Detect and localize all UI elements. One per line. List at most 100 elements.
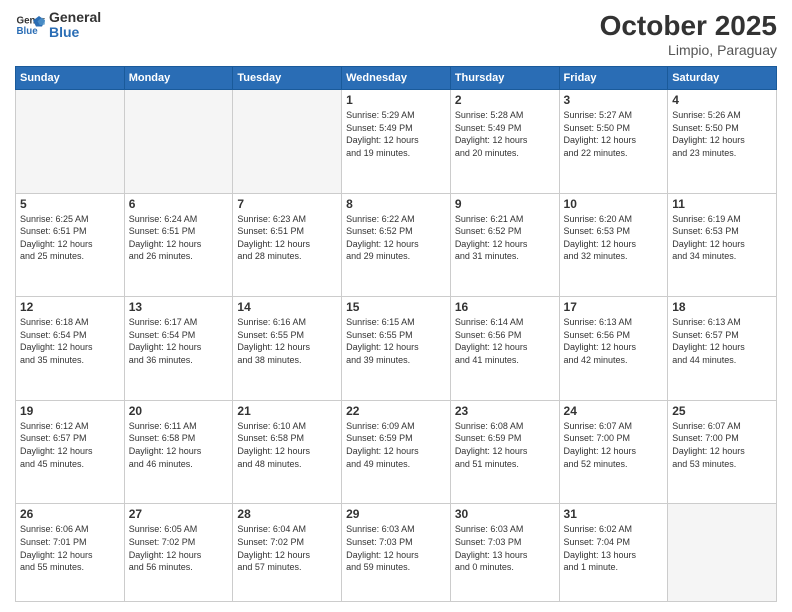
day-number: 18	[672, 300, 772, 314]
day-info: Sunrise: 6:02 AM Sunset: 7:04 PM Dayligh…	[564, 523, 664, 573]
day-info: Sunrise: 6:04 AM Sunset: 7:02 PM Dayligh…	[237, 523, 337, 573]
day-info: Sunrise: 6:19 AM Sunset: 6:53 PM Dayligh…	[672, 213, 772, 263]
calendar-cell: 15Sunrise: 6:15 AM Sunset: 6:55 PM Dayli…	[342, 297, 451, 401]
day-number: 11	[672, 197, 772, 211]
day-info: Sunrise: 6:06 AM Sunset: 7:01 PM Dayligh…	[20, 523, 120, 573]
logo-icon: General Blue	[15, 10, 45, 40]
weekday-header-wednesday: Wednesday	[342, 67, 451, 90]
day-info: Sunrise: 6:17 AM Sunset: 6:54 PM Dayligh…	[129, 316, 229, 366]
calendar-cell: 21Sunrise: 6:10 AM Sunset: 6:58 PM Dayli…	[233, 400, 342, 504]
calendar-cell	[668, 504, 777, 602]
week-row-4: 19Sunrise: 6:12 AM Sunset: 6:57 PM Dayli…	[16, 400, 777, 504]
logo-blue: Blue	[49, 25, 101, 40]
calendar-cell: 29Sunrise: 6:03 AM Sunset: 7:03 PM Dayli…	[342, 504, 451, 602]
day-info: Sunrise: 6:22 AM Sunset: 6:52 PM Dayligh…	[346, 213, 446, 263]
day-number: 8	[346, 197, 446, 211]
day-info: Sunrise: 6:13 AM Sunset: 6:56 PM Dayligh…	[564, 316, 664, 366]
calendar-cell: 16Sunrise: 6:14 AM Sunset: 6:56 PM Dayli…	[450, 297, 559, 401]
day-info: Sunrise: 6:20 AM Sunset: 6:53 PM Dayligh…	[564, 213, 664, 263]
calendar-cell	[16, 90, 125, 194]
calendar-table: SundayMondayTuesdayWednesdayThursdayFrid…	[15, 66, 777, 602]
day-info: Sunrise: 5:29 AM Sunset: 5:49 PM Dayligh…	[346, 109, 446, 159]
calendar-cell: 28Sunrise: 6:04 AM Sunset: 7:02 PM Dayli…	[233, 504, 342, 602]
calendar-cell: 8 Sunrise: 6:22 AM Sunset: 6:52 PM Daylig…	[342, 193, 451, 297]
calendar-cell: 4 Sunrise: 5:26 AM Sunset: 5:50 PM Daylig…	[668, 90, 777, 194]
calendar-cell: 3 Sunrise: 5:27 AM Sunset: 5:50 PM Daylig…	[559, 90, 668, 194]
day-info: Sunrise: 6:07 AM Sunset: 7:00 PM Dayligh…	[564, 420, 664, 470]
day-number: 27	[129, 507, 229, 521]
day-info: Sunrise: 6:08 AM Sunset: 6:59 PM Dayligh…	[455, 420, 555, 470]
calendar-cell: 27Sunrise: 6:05 AM Sunset: 7:02 PM Dayli…	[124, 504, 233, 602]
calendar-cell: 23 Sunrise: 6:08 AM Sunset: 6:59 PM Dayli…	[450, 400, 559, 504]
page: General Blue General Blue October 2025 L…	[0, 0, 792, 612]
title-section: October 2025 Limpio, Paraguay	[600, 10, 777, 58]
day-number: 16	[455, 300, 555, 314]
day-number: 24	[564, 404, 664, 418]
calendar-cell: 1 Sunrise: 5:29 AM Sunset: 5:49 PM Daylig…	[342, 90, 451, 194]
calendar-cell: 14Sunrise: 6:16 AM Sunset: 6:55 PM Dayli…	[233, 297, 342, 401]
logo-general: General	[49, 10, 101, 25]
calendar-cell: 7 Sunrise: 6:23 AM Sunset: 6:51 PM Daylig…	[233, 193, 342, 297]
day-info: Sunrise: 6:25 AM Sunset: 6:51 PM Dayligh…	[20, 213, 120, 263]
day-number: 19	[20, 404, 120, 418]
day-info: Sunrise: 6:03 AM Sunset: 7:03 PM Dayligh…	[455, 523, 555, 573]
day-number: 4	[672, 93, 772, 107]
calendar-cell: 17 Sunrise: 6:13 AM Sunset: 6:56 PM Dayli…	[559, 297, 668, 401]
day-number: 21	[237, 404, 337, 418]
calendar-cell: 2Sunrise: 5:28 AM Sunset: 5:49 PM Daylig…	[450, 90, 559, 194]
day-number: 26	[20, 507, 120, 521]
day-info: Sunrise: 5:28 AM Sunset: 5:49 PM Dayligh…	[455, 109, 555, 159]
calendar-cell: 31 Sunrise: 6:02 AM Sunset: 7:04 PM Dayli…	[559, 504, 668, 602]
day-number: 13	[129, 300, 229, 314]
weekday-header-friday: Friday	[559, 67, 668, 90]
day-number: 25	[672, 404, 772, 418]
day-info: Sunrise: 5:26 AM Sunset: 5:50 PM Dayligh…	[672, 109, 772, 159]
day-number: 31	[564, 507, 664, 521]
day-number: 22	[346, 404, 446, 418]
weekday-header-monday: Monday	[124, 67, 233, 90]
calendar-cell: 25Sunrise: 6:07 AM Sunset: 7:00 PM Dayli…	[668, 400, 777, 504]
weekday-header-row: SundayMondayTuesdayWednesdayThursdayFrid…	[16, 67, 777, 90]
day-number: 3	[564, 93, 664, 107]
calendar-cell: 30 Sunrise: 6:03 AM Sunset: 7:03 PM Dayli…	[450, 504, 559, 602]
calendar-cell: 26 Sunrise: 6:06 AM Sunset: 7:01 PM Dayli…	[16, 504, 125, 602]
day-number: 10	[564, 197, 664, 211]
day-info: Sunrise: 6:24 AM Sunset: 6:51 PM Dayligh…	[129, 213, 229, 263]
calendar-cell: 22 Sunrise: 6:09 AM Sunset: 6:59 PM Dayli…	[342, 400, 451, 504]
calendar-cell: 9 Sunrise: 6:21 AM Sunset: 6:52 PM Daylig…	[450, 193, 559, 297]
calendar-cell	[124, 90, 233, 194]
calendar-cell: 6Sunrise: 6:24 AM Sunset: 6:51 PM Daylig…	[124, 193, 233, 297]
week-row-1: 1 Sunrise: 5:29 AM Sunset: 5:49 PM Daylig…	[16, 90, 777, 194]
day-number: 9	[455, 197, 555, 211]
calendar-cell	[233, 90, 342, 194]
week-row-5: 26 Sunrise: 6:06 AM Sunset: 7:01 PM Dayli…	[16, 504, 777, 602]
calendar-cell: 18 Sunrise: 6:13 AM Sunset: 6:57 PM Dayli…	[668, 297, 777, 401]
day-info: Sunrise: 6:15 AM Sunset: 6:55 PM Dayligh…	[346, 316, 446, 366]
day-info: Sunrise: 6:18 AM Sunset: 6:54 PM Dayligh…	[20, 316, 120, 366]
calendar-cell: 19Sunrise: 6:12 AM Sunset: 6:57 PM Dayli…	[16, 400, 125, 504]
day-info: Sunrise: 6:16 AM Sunset: 6:55 PM Dayligh…	[237, 316, 337, 366]
day-info: Sunrise: 6:21 AM Sunset: 6:52 PM Dayligh…	[455, 213, 555, 263]
day-info: Sunrise: 6:13 AM Sunset: 6:57 PM Dayligh…	[672, 316, 772, 366]
day-number: 30	[455, 507, 555, 521]
weekday-header-thursday: Thursday	[450, 67, 559, 90]
logo: General Blue General Blue	[15, 10, 101, 41]
day-number: 17	[564, 300, 664, 314]
day-number: 29	[346, 507, 446, 521]
calendar-cell: 13 Sunrise: 6:17 AM Sunset: 6:54 PM Dayli…	[124, 297, 233, 401]
day-info: Sunrise: 6:09 AM Sunset: 6:59 PM Dayligh…	[346, 420, 446, 470]
day-number: 23	[455, 404, 555, 418]
location: Limpio, Paraguay	[600, 42, 777, 58]
month-title: October 2025	[600, 10, 777, 42]
svg-text:Blue: Blue	[17, 26, 39, 37]
header: General Blue General Blue October 2025 L…	[15, 10, 777, 58]
day-number: 1	[346, 93, 446, 107]
weekday-header-sunday: Sunday	[16, 67, 125, 90]
day-info: Sunrise: 5:27 AM Sunset: 5:50 PM Dayligh…	[564, 109, 664, 159]
weekday-header-tuesday: Tuesday	[233, 67, 342, 90]
calendar-cell: 10 Sunrise: 6:20 AM Sunset: 6:53 PM Dayli…	[559, 193, 668, 297]
day-info: Sunrise: 6:23 AM Sunset: 6:51 PM Dayligh…	[237, 213, 337, 263]
calendar-cell: 11 Sunrise: 6:19 AM Sunset: 6:53 PM Dayli…	[668, 193, 777, 297]
week-row-3: 12Sunrise: 6:18 AM Sunset: 6:54 PM Dayli…	[16, 297, 777, 401]
day-number: 7	[237, 197, 337, 211]
